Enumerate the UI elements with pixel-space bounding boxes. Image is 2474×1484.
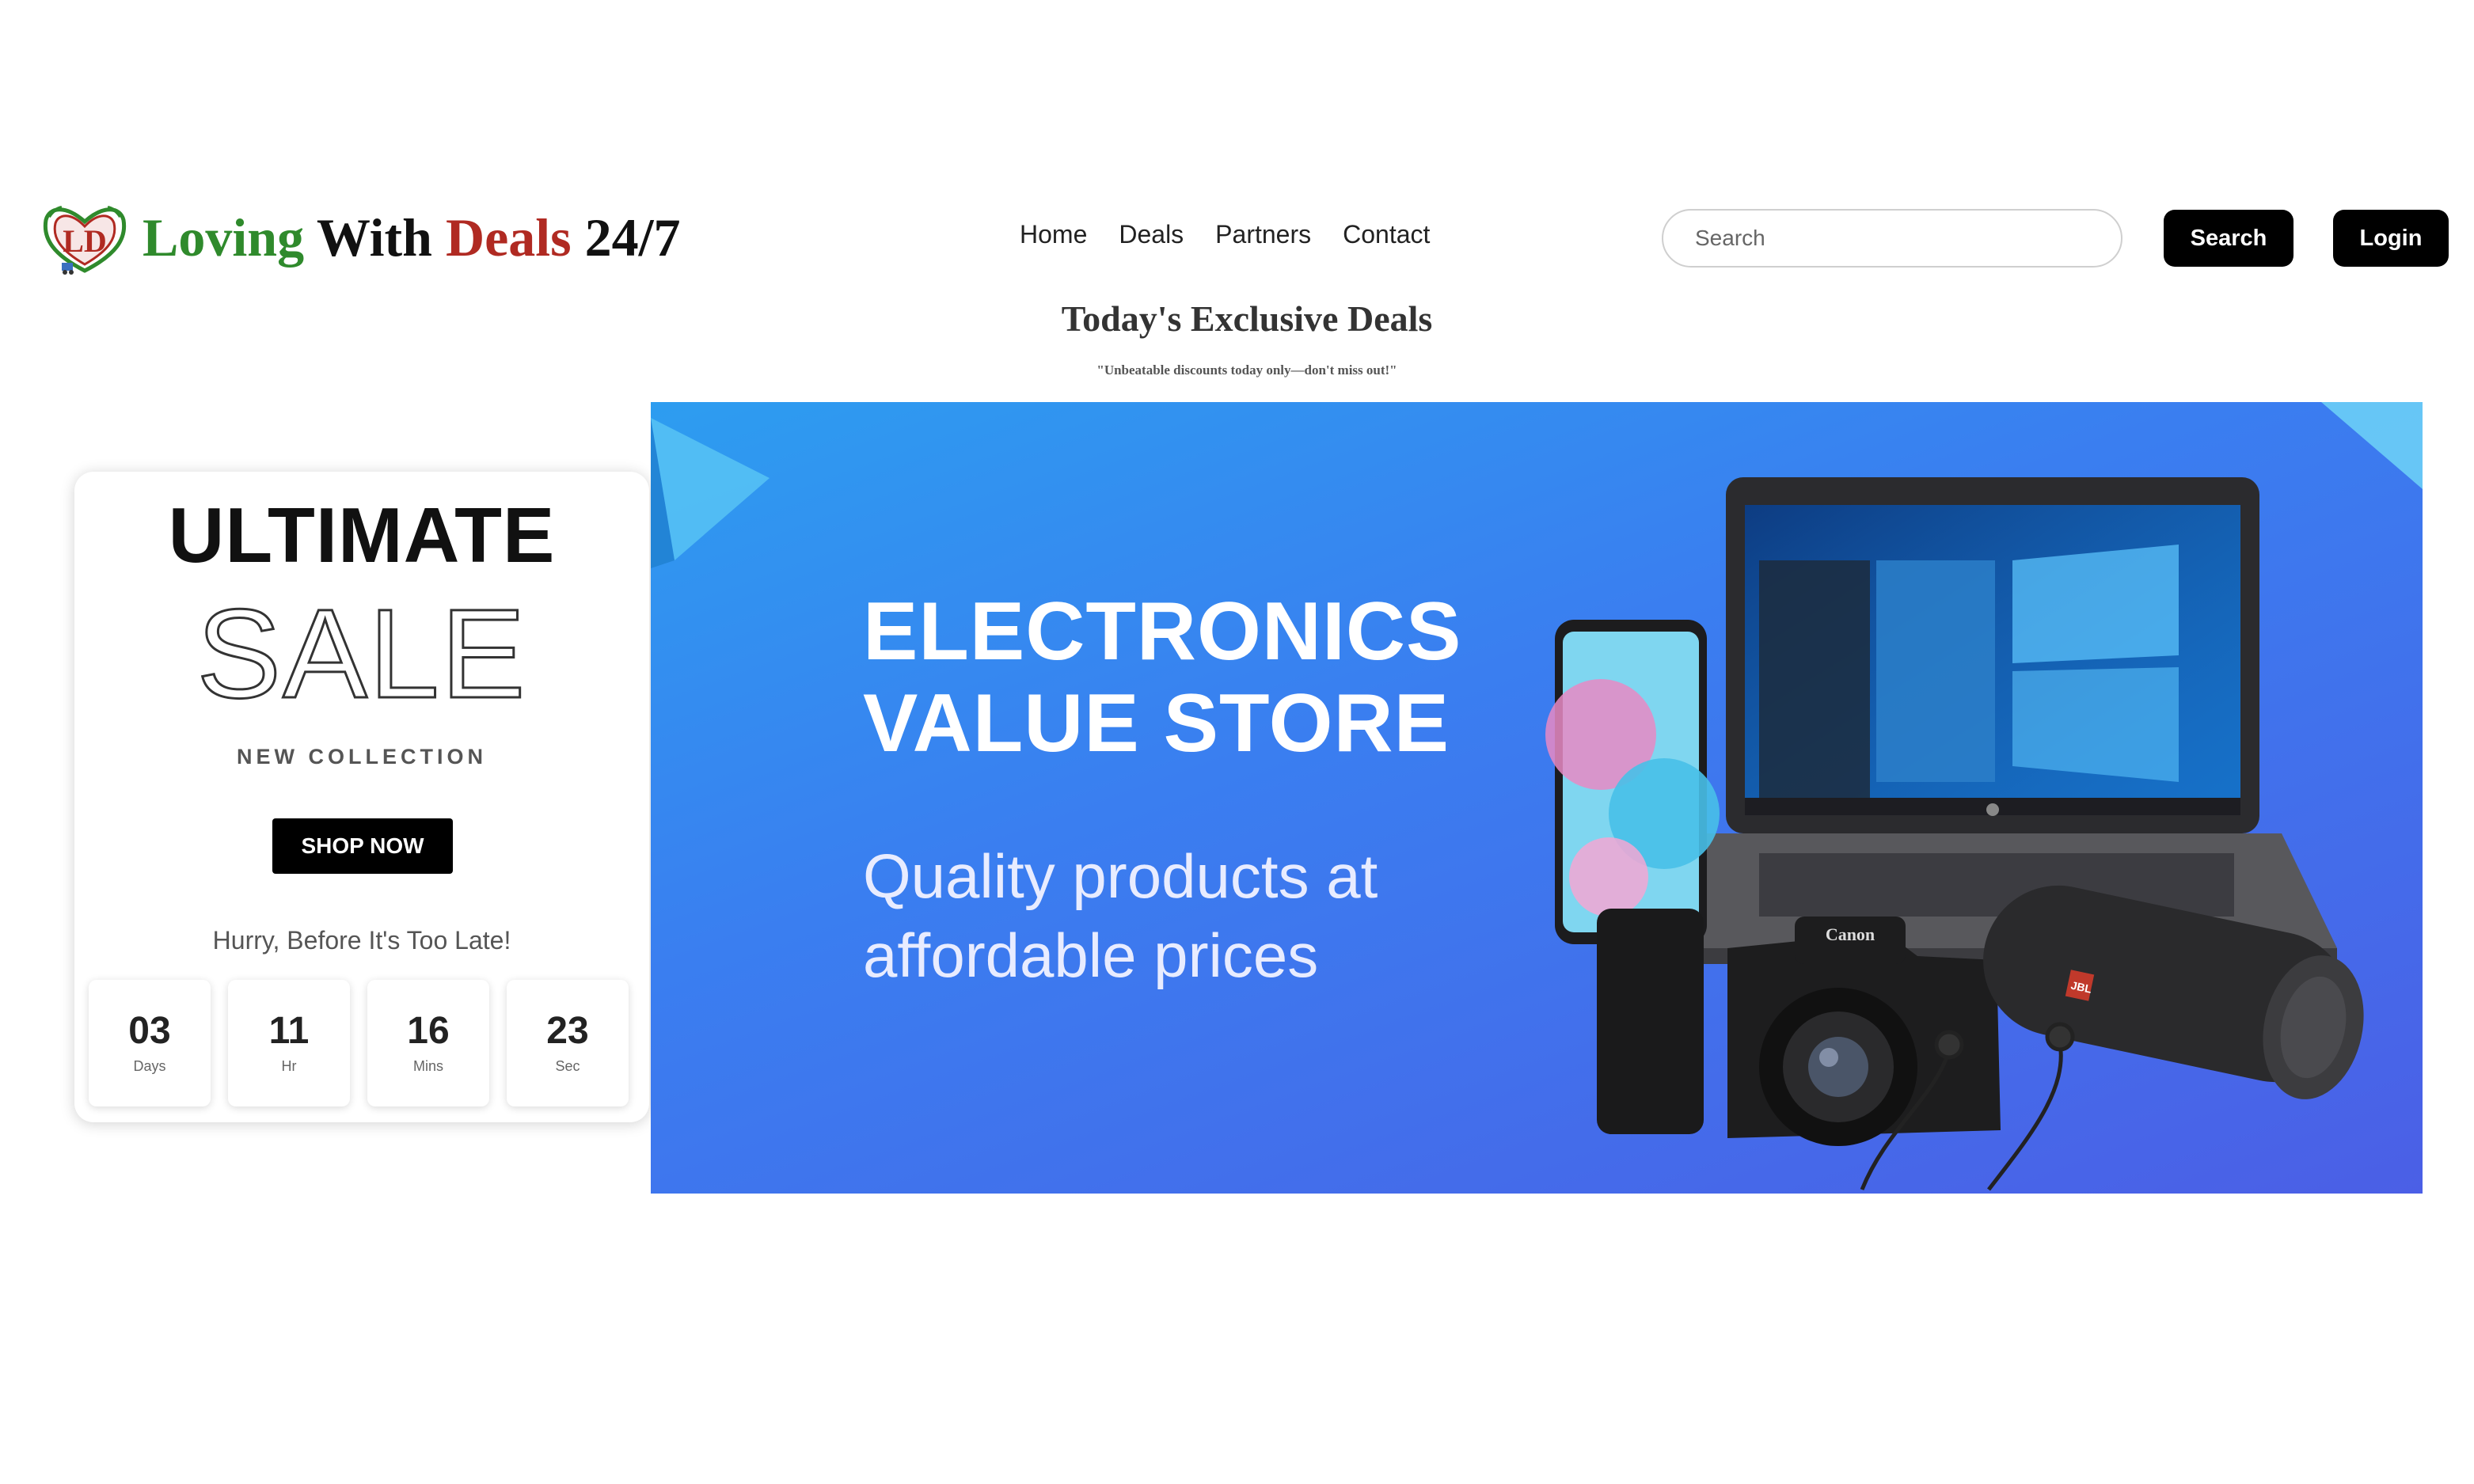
countdown-unit: Days [133,1057,166,1074]
countdown-hours: 11 Hr [228,980,350,1106]
countdown-minutes: 16 Mins [367,980,489,1106]
logo-heart-icon: LD [43,206,127,275]
laptop-icon [1650,477,2337,964]
shop-now-button[interactable]: SHOP NOW [272,818,453,874]
site-logo[interactable]: LD Loving With Deals 24/7 [38,198,681,277]
nav-deals[interactable]: Deals [1119,220,1184,249]
logo-word-with: With [316,207,432,268]
nav-contact[interactable]: Contact [1343,220,1430,249]
main-nav: Home Deals Partners Contact [1020,220,1430,249]
camera-brand: Canon [1826,924,1875,944]
search-input[interactable] [1662,209,2122,268]
countdown-value: 11 [268,1009,310,1052]
countdown-value: 23 [546,1009,589,1052]
logo-word-deals: Deals [446,207,572,268]
hero-banner[interactable]: ELECTRONICS VALUE STORE Quality products… [651,402,2423,1194]
page-headline: Today's Exclusive Deals [1061,298,1433,339]
smartphone-icon [1545,620,1720,944]
countdown-unit: Hr [281,1057,297,1074]
promo-title: ULTIMATE [168,492,556,579]
search-button[interactable]: Search [2164,210,2293,267]
countdown-unit: Mins [412,1057,443,1074]
promo-urgency-text: Hurry, Before It's Too Late! [212,926,511,955]
svg-text:LD: LD [63,223,107,259]
logo-word-loving: Loving [143,207,305,268]
nav-home[interactable]: Home [1020,220,1087,249]
promo-sale-word: SALE [196,583,527,724]
countdown-value: 16 [407,1009,450,1052]
nav-partners[interactable]: Partners [1215,220,1311,249]
logo-text: Loving With Deals 24/7 [143,211,681,264]
countdown-seconds: 23 Sec [507,980,629,1106]
login-button[interactable]: Login [2333,210,2449,267]
logo-word-247: 24/7 [584,207,681,268]
countdown-unit: Sec [555,1057,580,1074]
countdown-days: 03 Days [89,980,211,1106]
promo-collection-label: NEW COLLECTION [237,745,487,769]
countdown-timer: 03 Days 11 Hr 16 Mins 23 Sec [89,980,629,1106]
powerbank-icon [1597,909,1704,1134]
page-subline: "Unbeatable discounts today only—don't m… [1096,362,1397,378]
products-illustration: Canon JBL [1545,477,2364,1191]
countdown-value: 03 [128,1009,171,1052]
